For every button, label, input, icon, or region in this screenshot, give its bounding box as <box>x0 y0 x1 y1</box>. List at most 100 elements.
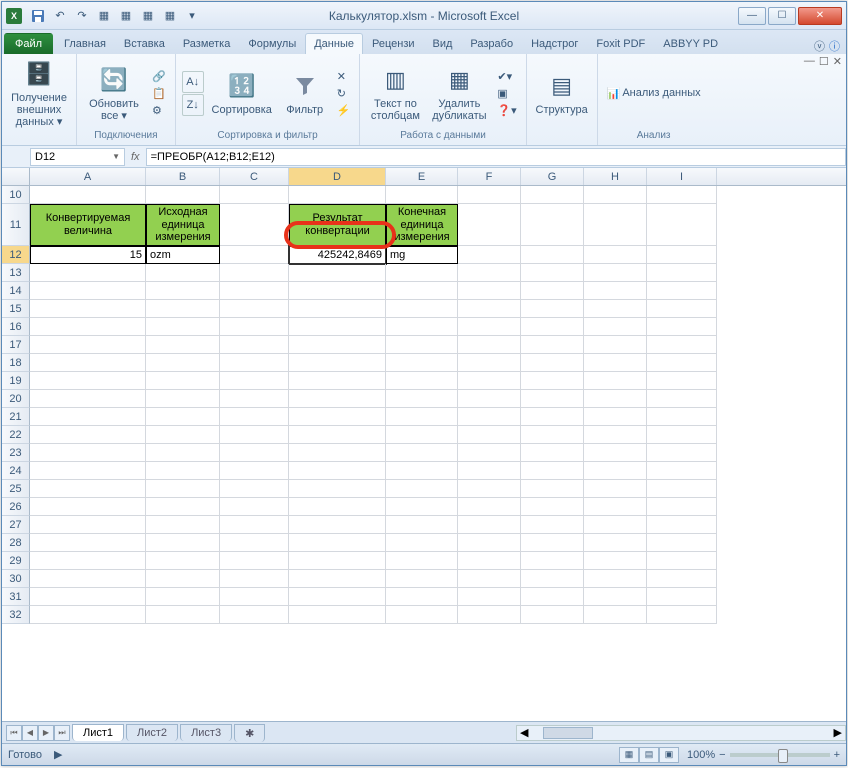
cell[interactable] <box>220 282 289 300</box>
row-header[interactable]: 15 <box>2 300 30 318</box>
cell[interactable]: mg <box>386 246 458 264</box>
cell[interactable] <box>647 552 717 570</box>
tab-insert[interactable]: Вставка <box>115 33 174 54</box>
cell[interactable] <box>146 426 220 444</box>
cell[interactable] <box>521 246 584 264</box>
tab-foxit[interactable]: Foxit PDF <box>587 33 654 54</box>
cell[interactable] <box>647 498 717 516</box>
cell[interactable] <box>220 426 289 444</box>
help-icon[interactable]: ⓘ <box>829 38 840 54</box>
cell[interactable] <box>647 570 717 588</box>
row-header[interactable]: 31 <box>2 588 30 606</box>
qat-item[interactable]: ▦ <box>116 6 136 26</box>
cell[interactable] <box>458 318 521 336</box>
cell[interactable] <box>220 390 289 408</box>
cell[interactable] <box>647 186 717 204</box>
cell[interactable] <box>289 264 386 282</box>
row-header[interactable]: 12 <box>2 246 30 264</box>
zoom-slider[interactable] <box>730 753 830 757</box>
cell[interactable] <box>289 444 386 462</box>
row-header[interactable]: 14 <box>2 282 30 300</box>
cell[interactable] <box>289 570 386 588</box>
cell[interactable] <box>220 516 289 534</box>
redo-icon[interactable]: ↷ <box>72 6 92 26</box>
cell[interactable] <box>521 318 584 336</box>
sort-button[interactable]: 🔢 Сортировка <box>208 68 276 118</box>
cell[interactable] <box>458 408 521 426</box>
cell[interactable] <box>584 534 647 552</box>
cell[interactable] <box>220 204 289 246</box>
row-header[interactable]: 11 <box>2 204 30 246</box>
cell[interactable] <box>521 426 584 444</box>
cell[interactable] <box>584 516 647 534</box>
col-header[interactable]: H <box>584 168 647 185</box>
cell[interactable] <box>146 318 220 336</box>
page-break-view-button[interactable]: ▣ <box>659 747 679 763</box>
cell[interactable] <box>146 444 220 462</box>
cell[interactable] <box>220 498 289 516</box>
cell[interactable] <box>386 534 458 552</box>
sheet-tab[interactable]: Лист1 <box>72 724 124 741</box>
cell[interactable] <box>146 300 220 318</box>
cell[interactable] <box>647 480 717 498</box>
cell[interactable] <box>647 390 717 408</box>
cell[interactable] <box>386 552 458 570</box>
cell[interactable] <box>386 318 458 336</box>
cell[interactable] <box>30 186 146 204</box>
cell[interactable] <box>146 354 220 372</box>
cell[interactable] <box>647 354 717 372</box>
cell[interactable]: Конвертируемая величина <box>30 204 146 246</box>
cell[interactable] <box>146 534 220 552</box>
cell[interactable] <box>458 426 521 444</box>
col-header[interactable]: D <box>289 168 386 185</box>
cell[interactable] <box>386 444 458 462</box>
row-header[interactable]: 28 <box>2 534 30 552</box>
cell[interactable] <box>647 300 717 318</box>
close-button[interactable]: ✕ <box>798 7 842 25</box>
row-header[interactable]: 10 <box>2 186 30 204</box>
cell[interactable] <box>521 204 584 246</box>
cell[interactable] <box>386 426 458 444</box>
cell[interactable] <box>521 300 584 318</box>
cell[interactable] <box>458 354 521 372</box>
cell[interactable] <box>458 204 521 246</box>
cell[interactable] <box>521 408 584 426</box>
cell[interactable] <box>30 444 146 462</box>
cell[interactable] <box>289 552 386 570</box>
cell[interactable] <box>30 552 146 570</box>
cell[interactable] <box>146 282 220 300</box>
maximize-button[interactable]: ☐ <box>768 7 796 25</box>
tab-home[interactable]: Главная <box>55 33 115 54</box>
cell[interactable] <box>647 372 717 390</box>
cell[interactable]: ozm <box>146 246 220 264</box>
cell[interactable] <box>647 282 717 300</box>
cell[interactable] <box>386 186 458 204</box>
row-header[interactable]: 16 <box>2 318 30 336</box>
cell[interactable] <box>386 516 458 534</box>
cell[interactable] <box>220 246 289 264</box>
advanced-button[interactable]: ⚡ <box>334 103 354 118</box>
tab-view[interactable]: Вид <box>424 33 462 54</box>
cell[interactable] <box>289 462 386 480</box>
cell[interactable] <box>647 588 717 606</box>
sheet-tab[interactable]: Лист2 <box>126 724 178 741</box>
cell[interactable] <box>458 480 521 498</box>
cell[interactable] <box>386 498 458 516</box>
cell[interactable] <box>521 570 584 588</box>
cell[interactable] <box>584 318 647 336</box>
new-sheet-button[interactable]: ✱ <box>234 724 265 742</box>
cell[interactable] <box>584 498 647 516</box>
text-to-columns-button[interactable]: ▥ Текст по столбцам <box>366 62 424 124</box>
cell[interactable] <box>386 372 458 390</box>
cell[interactable] <box>521 498 584 516</box>
cell[interactable] <box>584 588 647 606</box>
cell[interactable] <box>584 186 647 204</box>
data-analysis-button[interactable]: 📊 Анализ данных <box>604 86 704 101</box>
remove-duplicates-button[interactable]: ▦ Удалить дубликаты <box>428 62 490 124</box>
tab-layout[interactable]: Разметка <box>174 33 240 54</box>
cell[interactable] <box>647 534 717 552</box>
cell[interactable] <box>289 300 386 318</box>
cell[interactable] <box>584 480 647 498</box>
cell[interactable] <box>289 516 386 534</box>
cell[interactable] <box>220 186 289 204</box>
